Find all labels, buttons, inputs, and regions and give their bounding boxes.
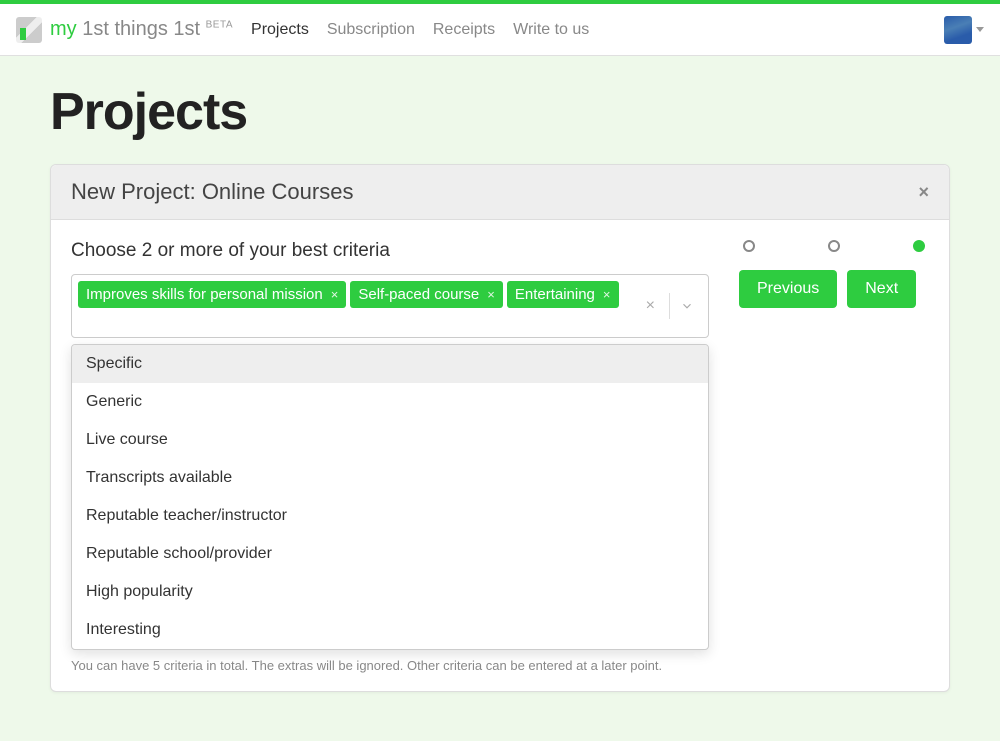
nav-links: Projects Subscription Receipts Write to … bbox=[251, 21, 589, 39]
nav-receipts[interactable]: Receipts bbox=[433, 21, 495, 39]
step-dot-2[interactable] bbox=[828, 240, 840, 252]
dropdown-option[interactable]: Interesting bbox=[72, 611, 708, 649]
criteria-hint: You can have 5 criteria in total. The ex… bbox=[71, 658, 929, 673]
nav-subscription[interactable]: Subscription bbox=[327, 21, 415, 39]
dropdown-option[interactable]: Live course bbox=[72, 421, 708, 459]
dropdown-option[interactable]: Generic bbox=[72, 383, 708, 421]
dropdown-option[interactable]: Reputable teacher/instructor bbox=[72, 497, 708, 535]
brand-beta: BETA bbox=[206, 19, 233, 30]
clear-all-icon[interactable]: × bbox=[638, 297, 663, 315]
page-title: Projects bbox=[50, 82, 950, 142]
step-dot-1[interactable] bbox=[743, 240, 755, 252]
caret-down-icon bbox=[976, 27, 984, 32]
dropdown-option[interactable]: High popularity bbox=[72, 573, 708, 611]
select-controls: × bbox=[628, 275, 708, 337]
chip: Self-paced course × bbox=[350, 281, 503, 308]
new-project-card: New Project: Online Courses × Choose 2 o… bbox=[50, 164, 950, 692]
divider bbox=[669, 293, 670, 319]
criteria-column: Choose 2 or more of your best criteria I… bbox=[71, 240, 709, 338]
user-menu[interactable] bbox=[944, 16, 984, 44]
brand-block[interactable]: my 1st things 1st BETA bbox=[16, 17, 233, 43]
criteria-select-wrap: Improves skills for personal mission × S… bbox=[71, 274, 709, 338]
step-dot-3[interactable] bbox=[913, 240, 925, 252]
chip: Entertaining × bbox=[507, 281, 619, 308]
card-footer: You can have 5 criteria in total. The ex… bbox=[51, 646, 949, 691]
wizard-buttons: Previous Next bbox=[739, 270, 929, 308]
dropdown-option[interactable]: Reputable school/provider bbox=[72, 535, 708, 573]
card-body: Choose 2 or more of your best criteria I… bbox=[51, 220, 949, 346]
page-content: Projects New Project: Online Courses × C… bbox=[30, 56, 970, 732]
next-button[interactable]: Next bbox=[847, 270, 916, 308]
brand-my: my bbox=[50, 18, 77, 40]
chip: Improves skills for personal mission × bbox=[78, 281, 346, 308]
chip-label: Self-paced course bbox=[358, 286, 479, 303]
logo-icon bbox=[16, 17, 42, 43]
chip-label: Entertaining bbox=[515, 286, 595, 303]
nav-projects[interactable]: Projects bbox=[251, 21, 309, 39]
card-header: New Project: Online Courses × bbox=[51, 165, 949, 220]
dropdown-option[interactable]: Transcripts available bbox=[72, 459, 708, 497]
chip-label: Improves skills for personal mission bbox=[86, 286, 323, 303]
dropdown-option[interactable]: Specific bbox=[72, 345, 708, 383]
criteria-prompt: Choose 2 or more of your best criteria bbox=[71, 240, 709, 262]
chevron-down-icon[interactable] bbox=[676, 299, 698, 313]
criteria-multiselect[interactable]: Improves skills for personal mission × S… bbox=[71, 274, 709, 338]
previous-button[interactable]: Previous bbox=[739, 270, 837, 308]
close-icon[interactable]: × bbox=[918, 182, 929, 203]
navbar: my 1st things 1st BETA Projects Subscrip… bbox=[0, 4, 1000, 56]
card-title: New Project: Online Courses bbox=[71, 179, 918, 205]
wizard-nav-column: Previous Next bbox=[739, 240, 929, 308]
criteria-dropdown: Specific Generic Live course Transcripts… bbox=[71, 344, 709, 650]
brand-text: my 1st things 1st BETA bbox=[50, 18, 233, 41]
chip-remove-icon[interactable]: × bbox=[487, 287, 495, 302]
chip-remove-icon[interactable]: × bbox=[331, 287, 339, 302]
avatar bbox=[944, 16, 972, 44]
chip-remove-icon[interactable]: × bbox=[603, 287, 611, 302]
brand-rest: 1st things 1st bbox=[77, 18, 206, 40]
nav-write[interactable]: Write to us bbox=[513, 21, 589, 39]
step-indicator bbox=[739, 240, 929, 252]
selected-chips: Improves skills for personal mission × S… bbox=[72, 275, 628, 337]
